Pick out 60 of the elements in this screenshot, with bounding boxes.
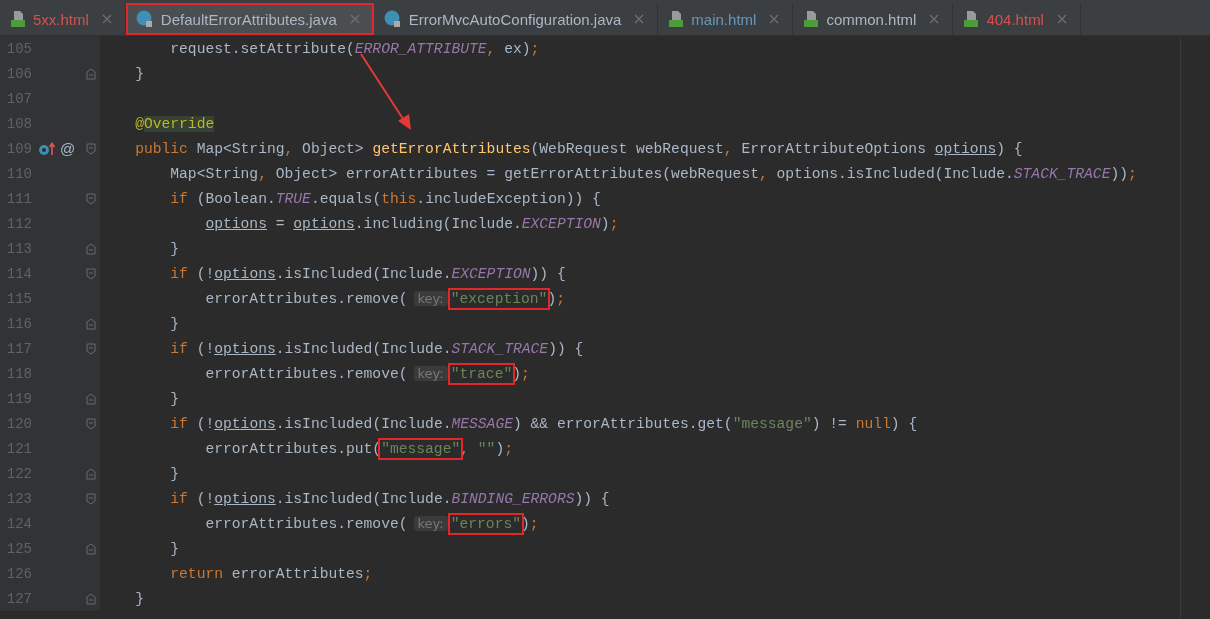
fold-icon[interactable] (86, 142, 96, 155)
close-icon[interactable] (349, 14, 360, 24)
fold-icon[interactable] (86, 242, 96, 255)
editor-tab[interactable]: 5xx.html (0, 3, 126, 35)
code-line: options = options.including(Include.EXCEPTION); (204, 215, 619, 232)
code-line: @Override (134, 115, 215, 132)
code-line: Map<String, Object> errorAttributes = getErrorAttributes(webRequest, options.isIncluded(Include.STACK_TRACE)); (169, 165, 1137, 182)
fold-icon[interactable] (86, 267, 96, 280)
override-icon[interactable] (38, 141, 56, 156)
fold-icon[interactable] (86, 342, 96, 355)
code-line: } (169, 465, 180, 482)
code-line: errorAttributes.remove( key: "trace"); (100, 365, 530, 382)
code-line: } (169, 315, 180, 332)
fold-icon[interactable] (86, 317, 96, 330)
fold-icon[interactable] (86, 192, 96, 205)
code-line: } (169, 540, 180, 557)
tab-label: 404.html (986, 10, 1044, 28)
code-line: } (134, 65, 144, 82)
close-icon[interactable] (634, 14, 645, 24)
editor-tab[interactable]: common.html (793, 3, 954, 35)
fold-icon[interactable] (86, 492, 96, 505)
close-icon[interactable] (929, 14, 940, 24)
fold-icon[interactable] (86, 592, 96, 605)
code-line: if (Boolean.TRUE.equals(this.includeException)) { (169, 190, 601, 207)
fold-icon[interactable] (86, 542, 96, 555)
code-line: if (!options.isIncluded(Include.MESSAGE) && errorAttributes.get("message") != null) { (169, 415, 918, 432)
editor-tab[interactable]: main.html (658, 3, 794, 35)
tab-label: ErrorMvcAutoConfiguration.java (408, 10, 622, 28)
html-file-icon (803, 10, 820, 28)
class-file-icon (135, 10, 154, 28)
tab-label: main.html (691, 10, 757, 28)
code-line: return errorAttributes; (169, 565, 373, 582)
tab-label: common.html (826, 10, 917, 28)
tab-label: DefaultErrorAttributes.java (160, 10, 337, 28)
fold-icon[interactable] (86, 67, 96, 80)
code-line: if (!options.isIncluded(Include.BINDING_ERRORS)) { (169, 490, 610, 507)
close-icon[interactable] (1056, 14, 1067, 24)
code-line: public Map<String, Object> getErrorAttributes(WebRequest webRequest, ErrorAttributeOptions options) { (134, 140, 1023, 157)
code-line: errorAttributes.remove( key: "exception"); (100, 290, 565, 307)
code-line: errorAttributes.remove( key: "errors"); (100, 515, 539, 532)
gutter-mark[interactable]: @ (60, 140, 76, 157)
fold-icon[interactable] (86, 467, 96, 480)
fold-icon[interactable] (86, 392, 96, 405)
editor-tab[interactable]: ErrorMvcAutoConfiguration.java (373, 3, 659, 35)
close-icon[interactable] (101, 14, 112, 24)
code-line: } (169, 240, 180, 257)
fold-icon[interactable] (86, 417, 96, 430)
code-line: } (169, 390, 180, 407)
code-line: } (134, 590, 144, 607)
class-file-icon (383, 10, 402, 28)
code-line: request.setAttribute(ERROR_ATTRIBUTE, ex); (169, 40, 540, 57)
code-line: if (!options.isIncluded(Include.EXCEPTION)) { (169, 265, 566, 282)
html-file-icon (963, 10, 980, 28)
html-file-icon (668, 10, 685, 28)
editor-tab[interactable]: DefaultErrorAttributes.java (125, 3, 374, 35)
close-icon[interactable] (769, 14, 780, 24)
editor-tab[interactable]: 404.html (953, 3, 1081, 35)
code-line: if (!options.isIncluded(Include.STACK_TRACE)) { (169, 340, 584, 357)
tab-label: 5xx.html (33, 10, 89, 28)
html-file-icon (10, 10, 26, 28)
